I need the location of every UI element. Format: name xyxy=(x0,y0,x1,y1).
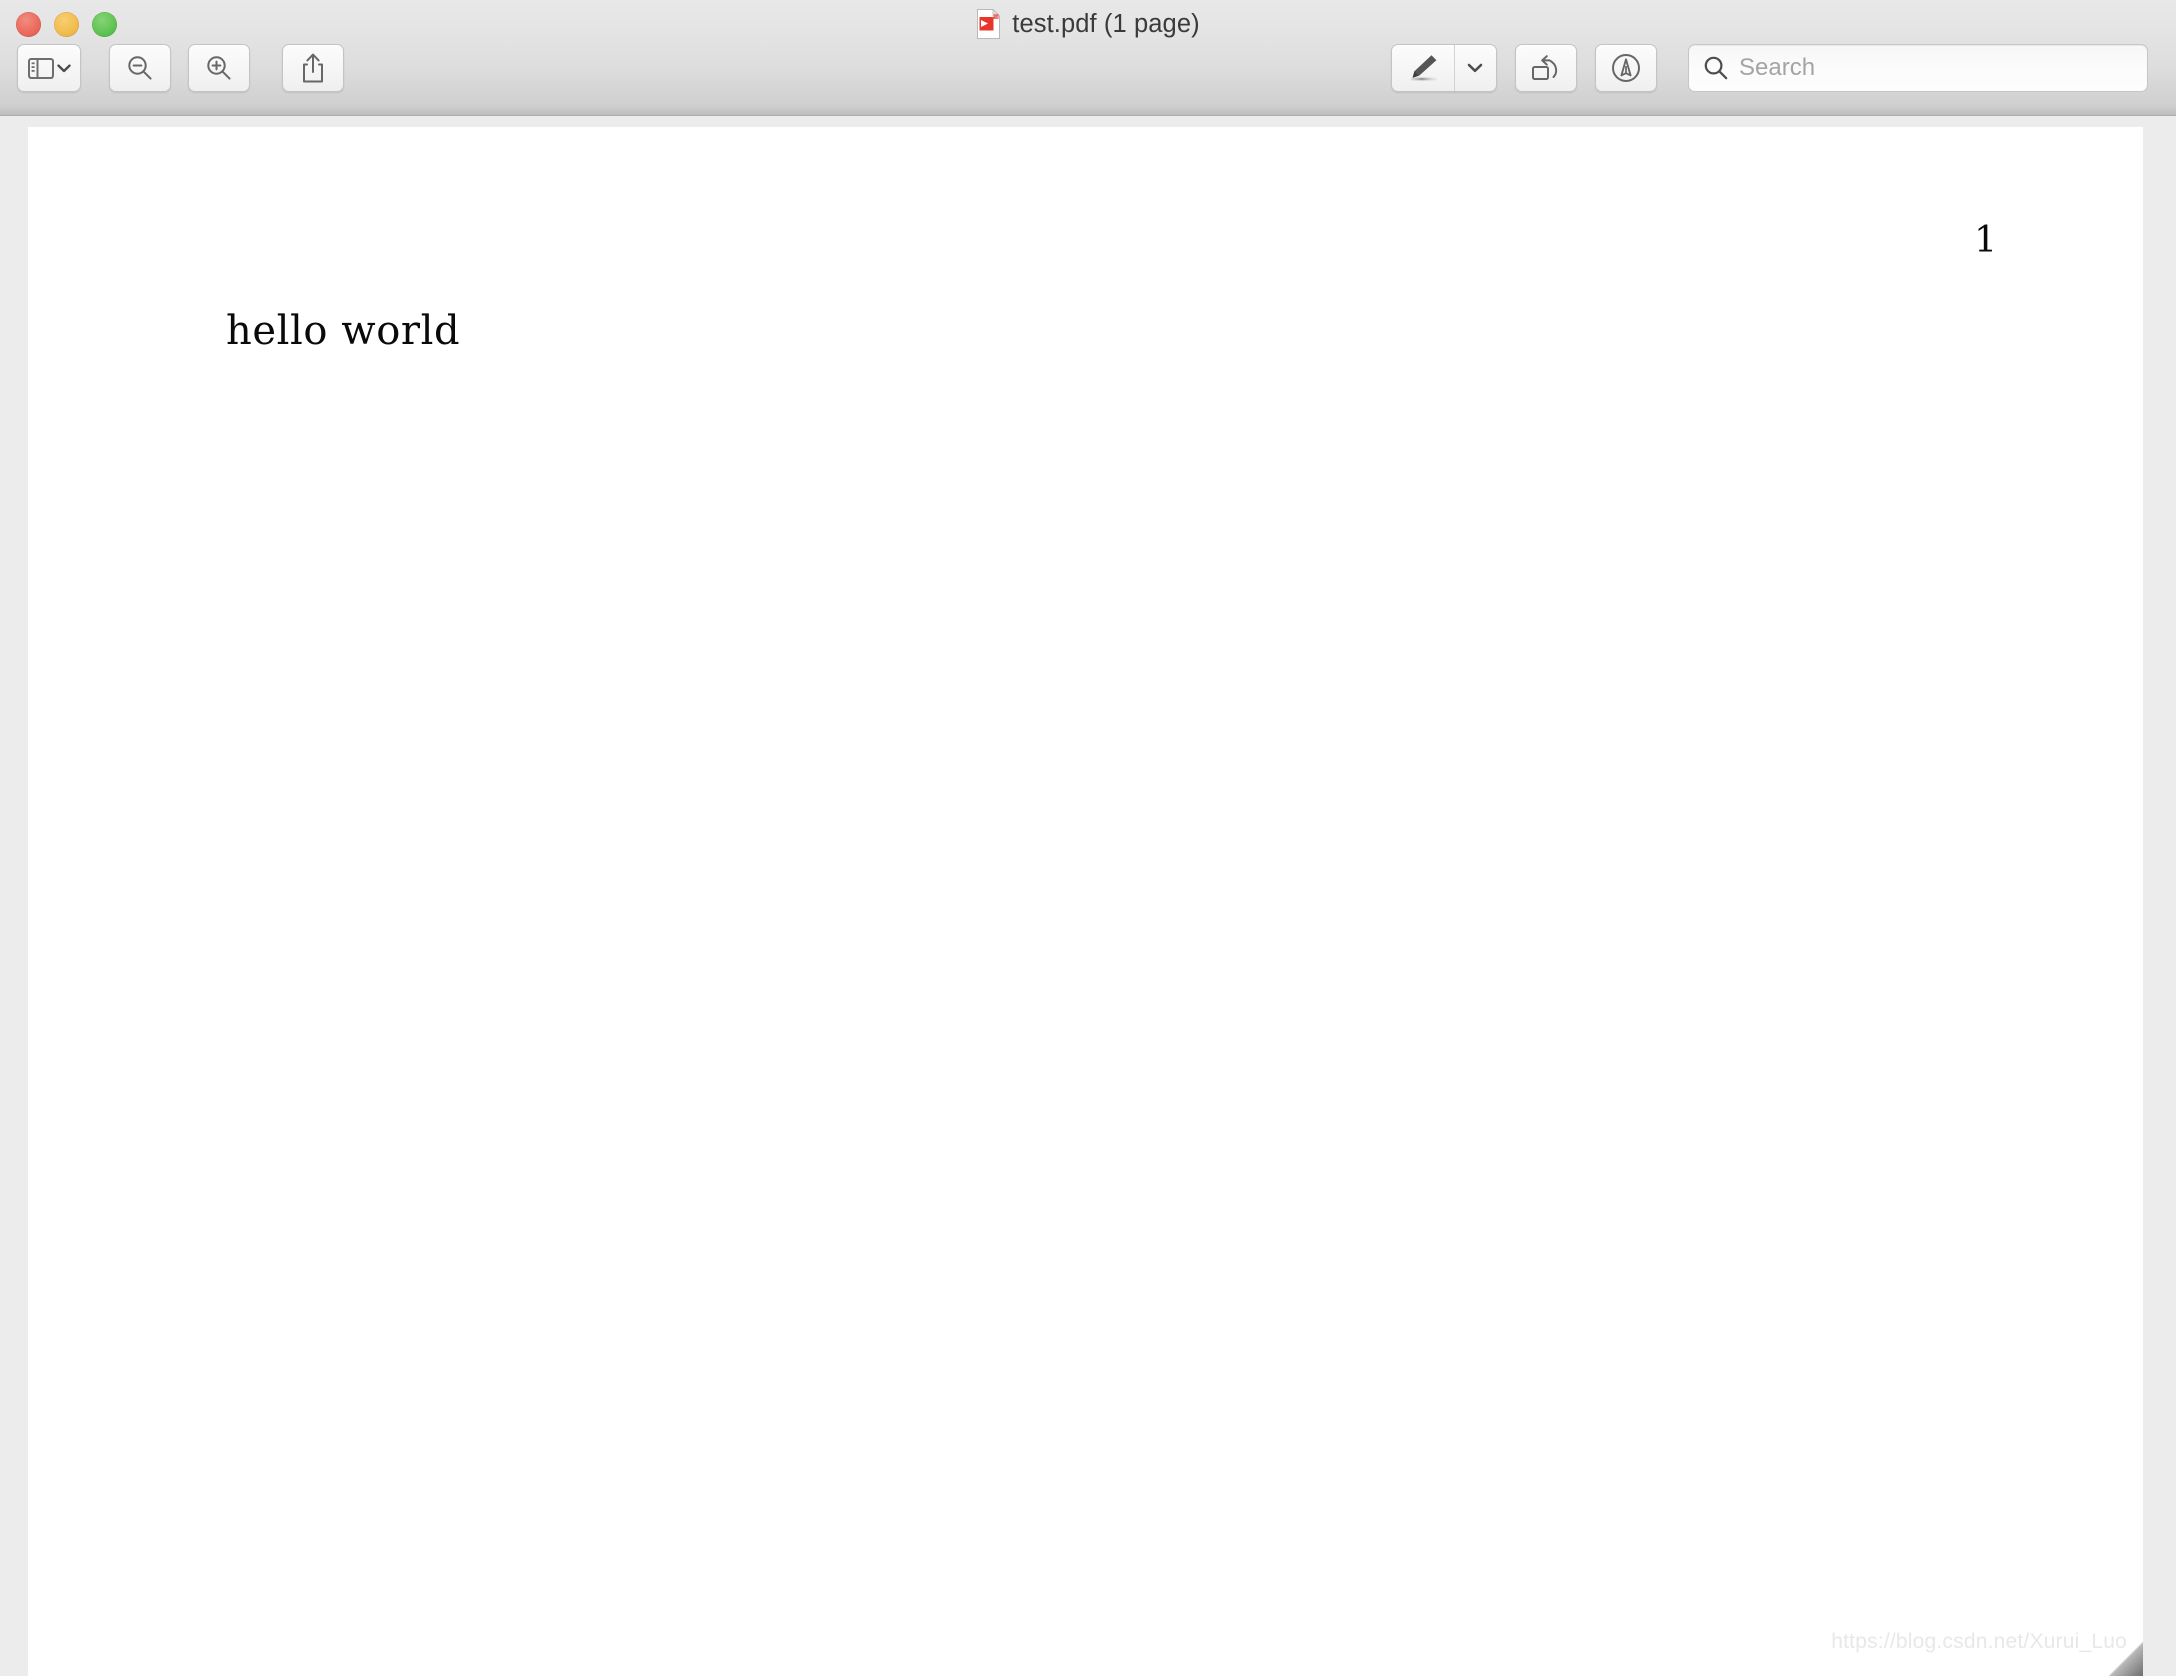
chevron-down-icon xyxy=(56,63,71,73)
sidebar-toggle-button[interactable] xyxy=(17,44,81,92)
highlighter-pen-icon xyxy=(1406,53,1440,83)
pdf-file-icon: PDF xyxy=(976,9,1001,39)
rotate-left-inner[interactable] xyxy=(1516,45,1576,91)
watermark-text: https://blog.csdn.net/Xurui_Luo xyxy=(1831,1630,2127,1653)
search-input[interactable] xyxy=(1739,48,2119,88)
markup-options-chevron-button[interactable] xyxy=(1455,45,1496,91)
share-button[interactable] xyxy=(282,44,344,92)
maximize-button[interactable] xyxy=(92,12,117,37)
markup-highlight-button[interactable] xyxy=(1392,45,1454,91)
magnifier-plus-icon xyxy=(205,54,233,82)
preview-window: PDF test.pdf (1 page) Search 1 hello wor… xyxy=(0,0,2176,1676)
zoom-out-button[interactable] xyxy=(109,44,171,92)
page-body-text: hello world xyxy=(226,308,461,354)
sidebar-toggle-inner[interactable] xyxy=(18,45,80,91)
window-titlebar: PDF test.pdf (1 page) xyxy=(0,0,2176,116)
share-icon xyxy=(301,53,325,83)
svg-text:PDF: PDF xyxy=(993,15,1000,19)
zoom-out-inner[interactable] xyxy=(110,45,170,91)
pen-nib-circle-icon xyxy=(1611,53,1641,83)
magnifier-minus-icon xyxy=(126,54,154,82)
chevron-down-icon xyxy=(1467,63,1483,73)
page-number: 1 xyxy=(1974,220,1997,261)
zoom-in-inner[interactable] xyxy=(189,45,249,91)
markup-highlight-group[interactable] xyxy=(1391,44,1497,92)
share-inner[interactable] xyxy=(283,45,343,91)
window-title: PDF test.pdf (1 page) xyxy=(0,6,2176,42)
minimize-button[interactable] xyxy=(54,12,79,37)
document-scroll-area[interactable]: 1 hello world https://blog.csdn.net/Xuru… xyxy=(0,117,2176,1676)
traffic-lights xyxy=(16,12,117,37)
rotate-left-icon xyxy=(1530,53,1562,83)
markup-toolbar-button[interactable] xyxy=(1595,44,1657,92)
markup-toolbar-inner[interactable] xyxy=(1596,45,1656,91)
rotate-left-button[interactable] xyxy=(1515,44,1577,92)
window-title-text: test.pdf (1 page) xyxy=(1012,9,1200,38)
zoom-in-button[interactable] xyxy=(188,44,250,92)
close-button[interactable] xyxy=(16,12,41,37)
sidebar-panel-icon xyxy=(27,57,54,79)
search-icon xyxy=(1703,55,1729,81)
search-field[interactable] xyxy=(1688,44,2148,92)
pdf-page[interactable]: 1 hello world https://blog.csdn.net/Xuru… xyxy=(28,127,2143,1676)
